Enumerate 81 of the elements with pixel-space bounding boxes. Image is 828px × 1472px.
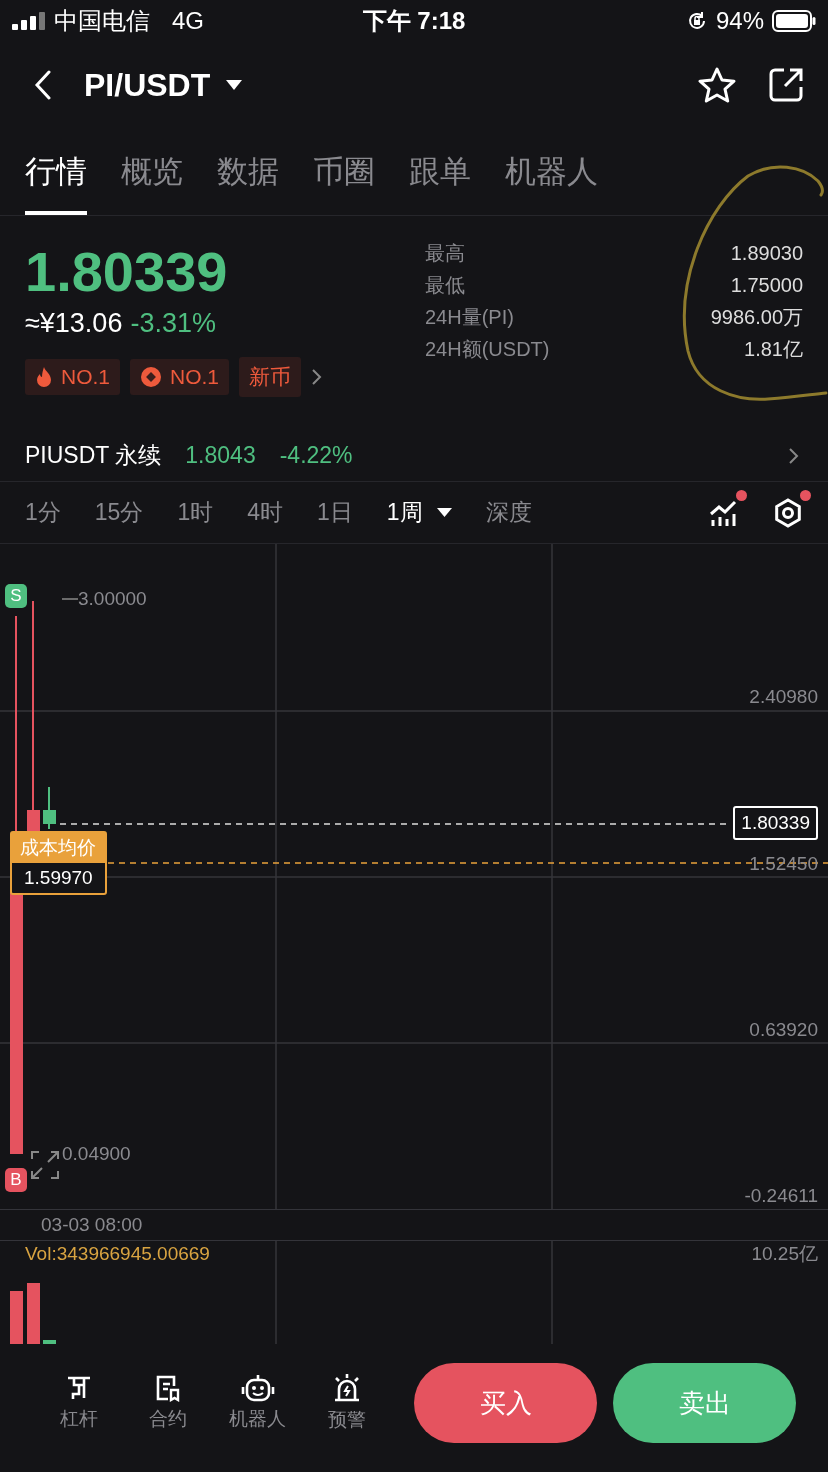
price-axis-label: 0.63920 <box>749 1019 818 1041</box>
chevron-right-icon <box>788 446 800 465</box>
stat-label: 24H额(USDT) <box>425 338 550 361</box>
caret-icon <box>226 79 243 91</box>
price-axis-label: 2.40980 <box>749 686 818 708</box>
average-cost-label: 成本均价 <box>12 833 105 863</box>
interval-tab[interactable]: 4时 <box>247 497 283 528</box>
network-type: 4G <box>172 7 204 35</box>
interval-tab[interactable]: 1时 <box>177 497 214 528</box>
section-tab[interactable]: 数据 <box>217 128 279 215</box>
average-cost-value: 1.59970 <box>23 866 94 890</box>
interval-tab[interactable]: 1周 <box>386 497 452 528</box>
section-tab[interactable]: 概览 <box>121 128 183 215</box>
section-tab[interactable]: 机器人 <box>505 128 598 215</box>
interval-tab[interactable]: 15分 <box>94 497 144 528</box>
caret-icon <box>436 507 452 518</box>
tag-label: NO.1 <box>61 365 110 389</box>
robot-icon <box>240 1374 275 1402</box>
pair-selector[interactable]: PI/USDT <box>84 66 243 104</box>
leader-line <box>62 598 78 600</box>
flame-icon <box>35 366 53 388</box>
battery-icon <box>772 10 816 32</box>
toolbar-item[interactable]: 杠杆 <box>34 1374 124 1432</box>
stat-value: 1.81亿 <box>744 338 803 361</box>
perpetual-name: PIUSDT 永续 <box>25 441 162 470</box>
stat-label: 最低 <box>425 274 465 297</box>
volume-bar <box>27 1283 40 1344</box>
perpetual-price: 1.8043 <box>185 442 256 469</box>
last-price-tag: 1.80339 <box>733 806 818 840</box>
stat-value: 1.89030 <box>730 242 803 265</box>
perpetual-change: -4.22% <box>279 442 353 469</box>
last-price: 1.80339 <box>25 240 229 304</box>
volume-label: Vol:343966945.00669 <box>25 1243 210 1265</box>
volume-bar <box>43 1340 56 1344</box>
stat-label: 最高 <box>425 242 465 265</box>
back-icon[interactable] <box>34 70 52 100</box>
rank-tag[interactable]: NO.1 <box>25 359 120 395</box>
perpetual-row[interactable]: PIUSDT 永续 1.8043 -4.22% <box>0 430 828 482</box>
toolbar-label: 机器人 <box>229 1407 287 1431</box>
volume-axis-label: 10.25亿 <box>751 1242 818 1266</box>
volume-bar <box>10 1291 23 1344</box>
section-tab[interactable]: 行情 <box>25 128 87 215</box>
sell-marker: S <box>5 584 27 608</box>
settings-icon[interactable] <box>773 497 803 528</box>
toolbar-item[interactable]: 合约 <box>123 1374 214 1432</box>
price-line-label: 1.52450 <box>749 853 818 875</box>
toolbar-label: 合约 <box>149 1407 188 1431</box>
buy-marker: B <box>5 1168 27 1192</box>
rank-tag[interactable]: NO.1 <box>130 359 230 395</box>
chevron-right-icon[interactable] <box>311 368 324 386</box>
buy-button[interactable]: 买入 <box>414 1363 598 1443</box>
toolbar-label: 杠杆 <box>59 1407 98 1431</box>
interval-tab[interactable]: 1日 <box>317 497 353 528</box>
rank-tag[interactable]: 新币 <box>239 357 302 397</box>
star-icon[interactable] <box>698 67 736 103</box>
tag-label: NO.1 <box>170 365 220 389</box>
time-axis-label: 03-03 08:00 <box>41 1214 143 1236</box>
section-tab[interactable]: 跟单 <box>409 128 471 215</box>
tag-label: 新币 <box>249 364 292 390</box>
section-tab[interactable]: 币圈 <box>313 128 375 215</box>
stat-label: 24H量(PI) <box>425 306 514 329</box>
toolbar-label: 预警 <box>328 1408 367 1432</box>
high-price-label: 3.00000 <box>78 588 147 610</box>
coin-icon <box>140 366 162 388</box>
interval-tab[interactable]: 1分 <box>25 497 61 528</box>
expand-icon[interactable] <box>30 1150 60 1180</box>
stat-value: 9986.00万 <box>710 306 803 329</box>
clock-time: 下午 7:18 <box>362 6 466 36</box>
carrier-name: 中国电信 <box>54 6 150 36</box>
cny-price: ≈¥13.06 <box>25 308 123 339</box>
price-change: -3.31% <box>130 308 216 339</box>
bullish-candle <box>43 786 56 830</box>
toolbar-item[interactable]: 机器人 <box>213 1374 303 1432</box>
stat-value: 1.75000 <box>730 274 803 297</box>
battery-percent: 94% <box>715 7 764 35</box>
signal-icon <box>12 12 46 30</box>
share-icon[interactable] <box>768 67 804 103</box>
low-price-label: 0.04900 <box>62 1143 131 1165</box>
interval-tab[interactable]: 深度 <box>485 497 532 528</box>
price-axis-label: -0.24611 <box>744 1185 818 1207</box>
toolbar-item[interactable]: 预警 <box>302 1373 393 1433</box>
